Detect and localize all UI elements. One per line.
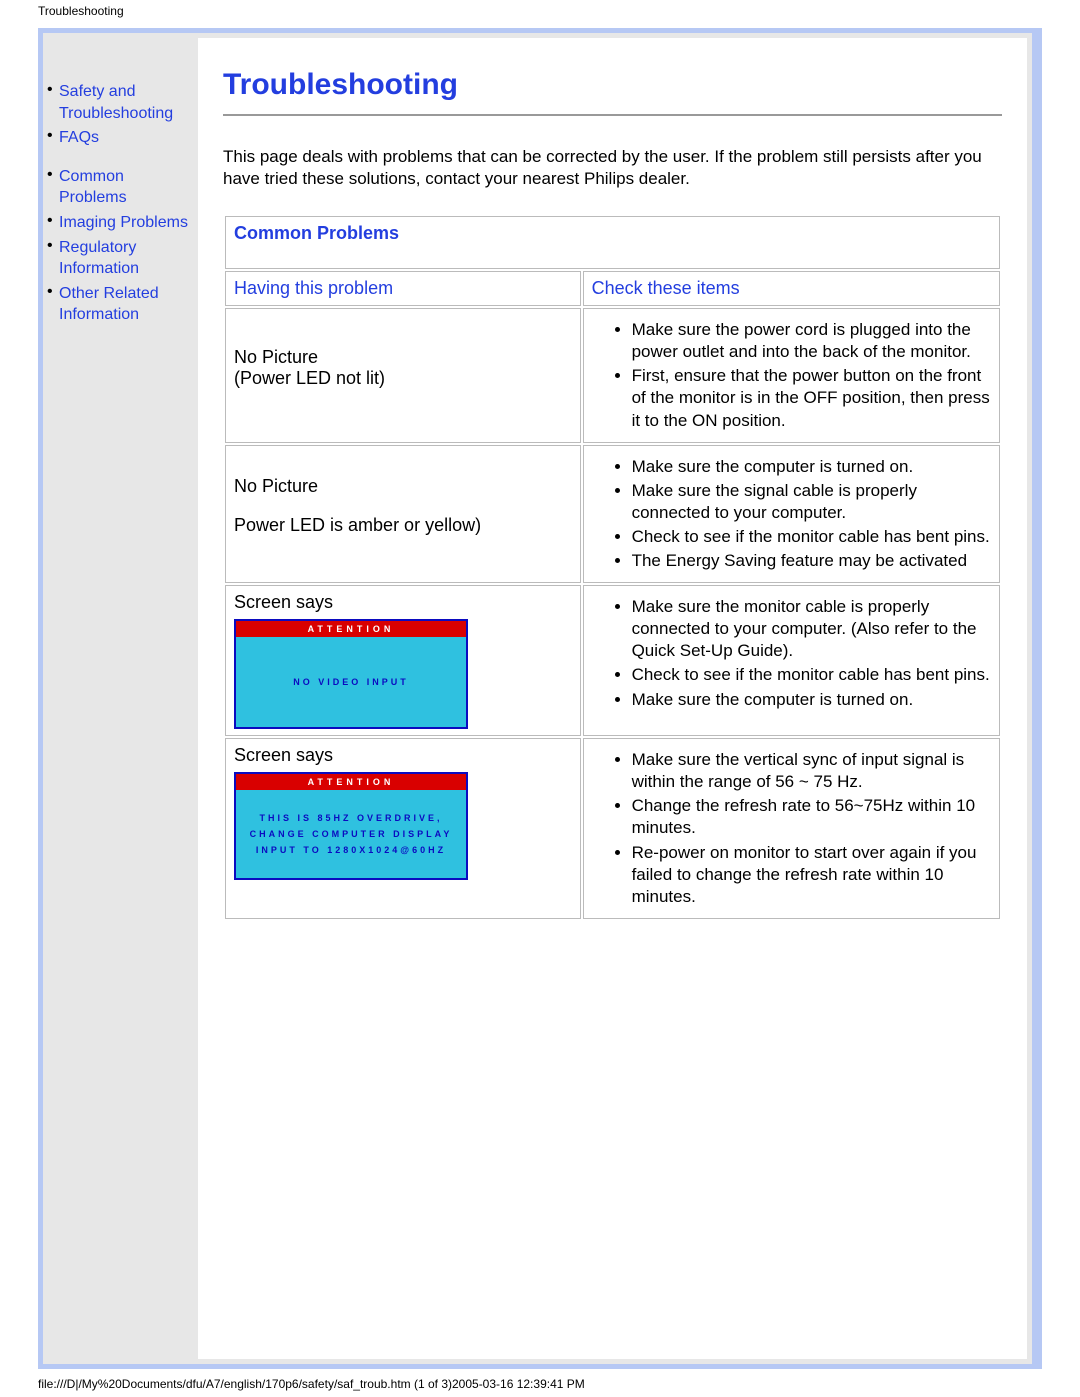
sidebar-item-common-problems[interactable]: Common Problems xyxy=(59,166,192,209)
osd-body: NO VIDEO INPUT xyxy=(236,637,466,727)
troubleshooting-table: Common Problems Having this problem Chec… xyxy=(223,214,1002,921)
column-header-check: Check these items xyxy=(583,271,1000,306)
problem-cell: Screen says ATTENTION NO VIDEO INPUT xyxy=(225,585,581,736)
table-row: Screen says ATTENTION NO VIDEO INPUT Mak… xyxy=(225,585,1000,736)
osd-message-box: ATTENTION NO VIDEO INPUT xyxy=(234,619,468,729)
table-row-header: Having this problem Check these items xyxy=(225,271,1000,306)
check-item: Make sure the power cord is plugged into… xyxy=(632,319,991,363)
table-row: No Picture Power LED is amber or yellow)… xyxy=(225,445,1000,583)
osd-body: THIS IS 85HZ OVERDRIVE, CHANGE COMPUTER … xyxy=(236,790,466,878)
footer-path: file:///D|/My%20Documents/dfu/A7/english… xyxy=(38,1377,585,1391)
check-item: Re-power on monitor to start over again … xyxy=(632,842,991,908)
sidebar-nav: •Safety and Troubleshooting •FAQs •Commo… xyxy=(47,81,192,329)
content-frame: •Safety and Troubleshooting •FAQs •Commo… xyxy=(38,28,1042,1369)
check-item: First, ensure that the power button on t… xyxy=(632,365,991,431)
problem-cell: No Picture Power LED is amber or yellow) xyxy=(225,445,581,583)
section-title-cell: Common Problems xyxy=(225,216,1000,269)
table-row: No Picture (Power LED not lit) Make sure… xyxy=(225,308,1000,442)
intro-text: This page deals with problems that can b… xyxy=(223,146,1002,190)
check-item: Make sure the signal cable is properly c… xyxy=(632,480,991,524)
osd-message-box: ATTENTION THIS IS 85HZ OVERDRIVE, CHANGE… xyxy=(234,772,468,880)
check-item: Make sure the computer is turned on. xyxy=(632,689,991,711)
osd-title: ATTENTION xyxy=(236,621,466,637)
sidebar-item-imaging-problems[interactable]: Imaging Problems xyxy=(59,212,188,234)
bullet-icon: • xyxy=(47,237,59,255)
check-item: Change the refresh rate to 56~75Hz withi… xyxy=(632,795,991,839)
check-cell: Make sure the vertical sync of input sig… xyxy=(583,738,1000,919)
bullet-icon: • xyxy=(47,127,59,145)
check-item: Make sure the computer is turned on. xyxy=(632,456,991,478)
sidebar-item-safety[interactable]: Safety and Troubleshooting xyxy=(59,81,192,124)
bullet-icon: • xyxy=(47,283,59,301)
check-cell: Make sure the power cord is plugged into… xyxy=(583,308,1000,442)
main-content: Troubleshooting This page deals with pro… xyxy=(198,38,1027,1359)
check-item: Check to see if the monitor cable has be… xyxy=(632,664,991,686)
check-item: Make sure the monitor cable is properly … xyxy=(632,596,991,662)
table-row: Screen says ATTENTION THIS IS 85HZ OVERD… xyxy=(225,738,1000,919)
check-cell: Make sure the monitor cable is properly … xyxy=(583,585,1000,736)
problem-cell: No Picture (Power LED not lit) xyxy=(225,308,581,442)
bullet-icon: • xyxy=(47,166,59,184)
table-row-section: Common Problems xyxy=(225,216,1000,269)
check-item: The Energy Saving feature may be activat… xyxy=(632,550,991,572)
check-item: Make sure the vertical sync of input sig… xyxy=(632,749,991,793)
check-item: Check to see if the monitor cable has be… xyxy=(632,526,991,548)
problem-cell: Screen says ATTENTION THIS IS 85HZ OVERD… xyxy=(225,738,581,919)
column-header-problem: Having this problem xyxy=(225,271,581,306)
divider xyxy=(223,114,1002,116)
check-cell: Make sure the computer is turned on. Mak… xyxy=(583,445,1000,583)
page-title: Troubleshooting xyxy=(223,68,1002,102)
sidebar-item-faqs[interactable]: FAQs xyxy=(59,127,99,149)
sidebar-item-other-related[interactable]: Other Related Information xyxy=(59,283,192,326)
bullet-icon: • xyxy=(47,81,59,99)
sidebar-item-regulatory-info[interactable]: Regulatory Information xyxy=(59,237,192,280)
bullet-icon: • xyxy=(47,212,59,230)
page: Troubleshooting •Safety and Troubleshoot… xyxy=(0,0,1080,1397)
header-doc-label: Troubleshooting xyxy=(38,4,124,18)
osd-title: ATTENTION xyxy=(236,774,466,790)
section-title: Common Problems xyxy=(234,223,399,243)
